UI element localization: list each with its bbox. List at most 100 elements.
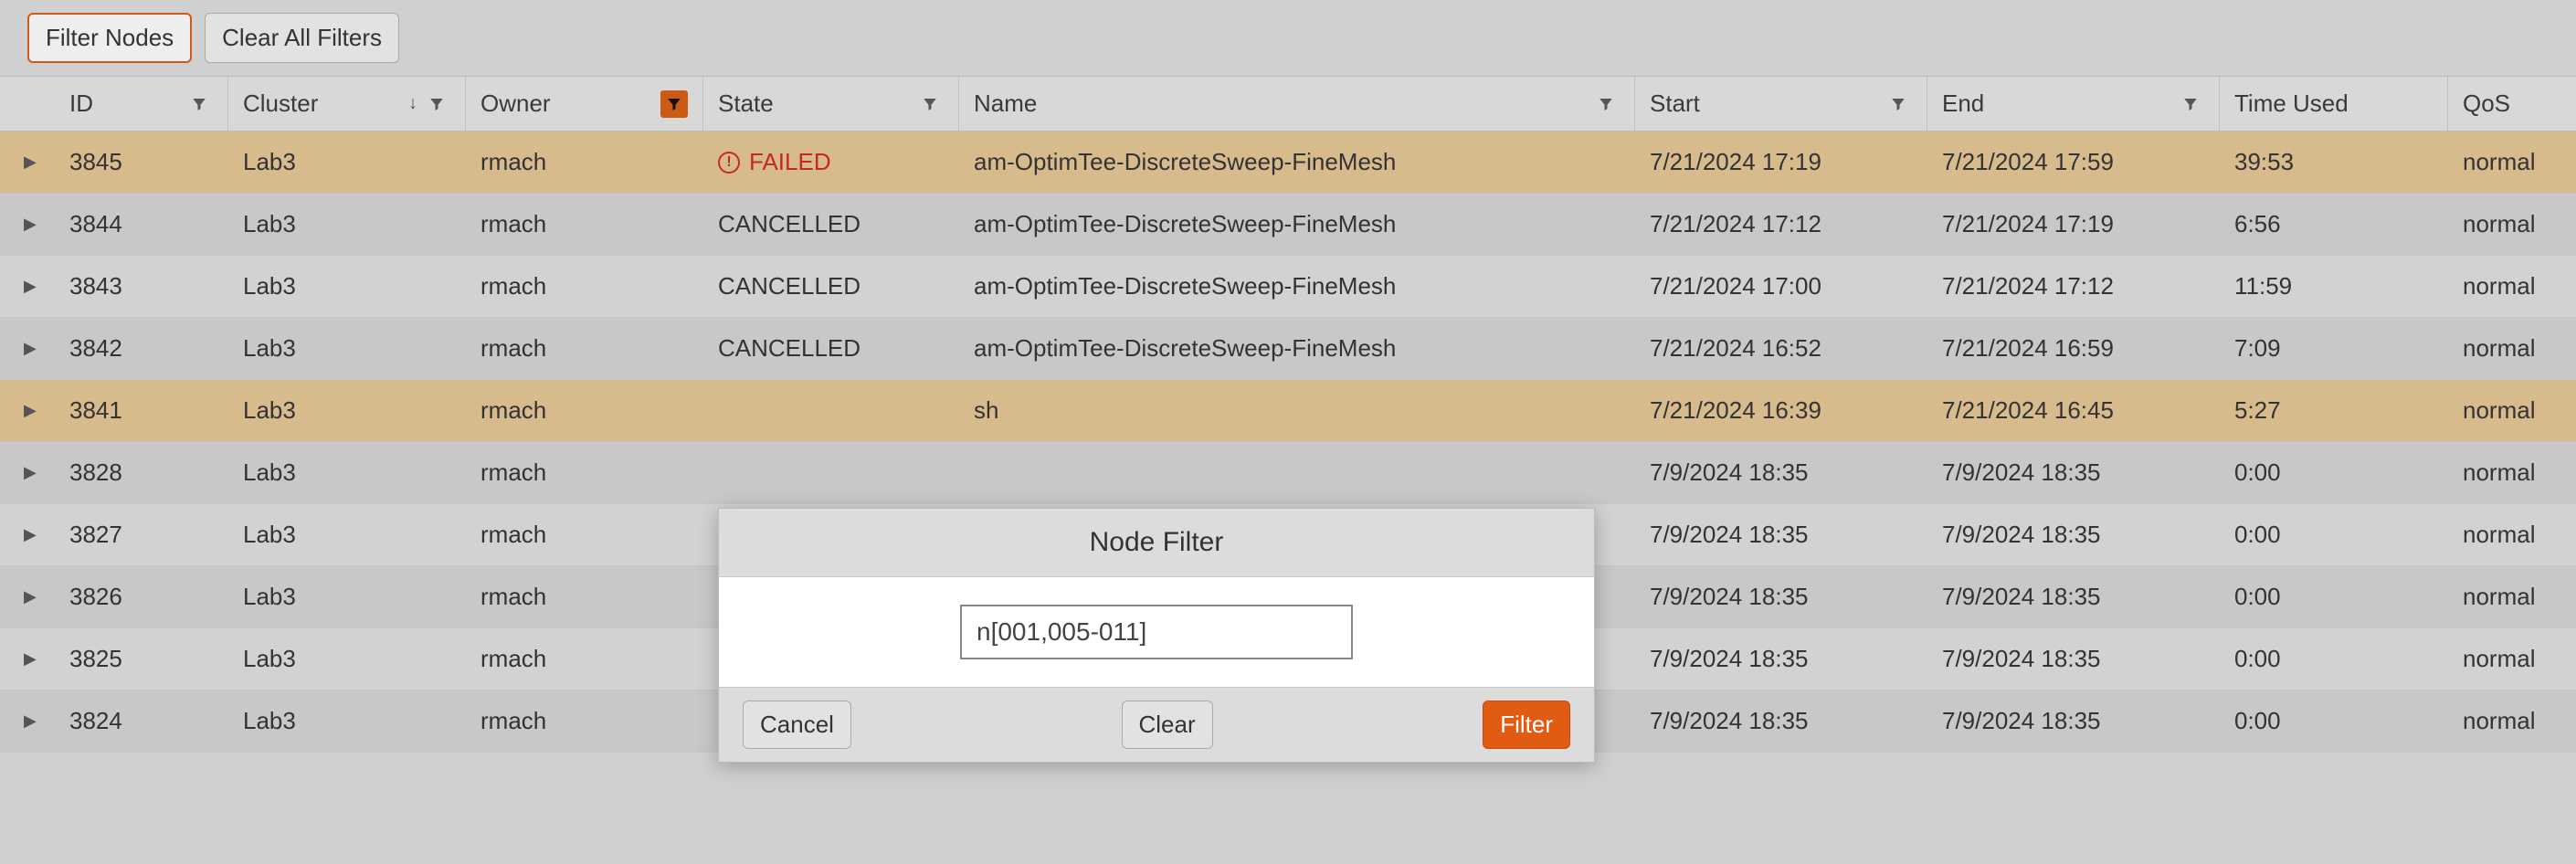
cell-qos: normal	[2448, 318, 2576, 379]
chevron-right-icon[interactable]: ▶	[15, 215, 37, 234]
filter-nodes-button[interactable]: Filter Nodes	[27, 13, 192, 63]
filter-icon[interactable]	[185, 90, 213, 118]
chevron-right-icon[interactable]: ▶	[15, 339, 37, 358]
state-text: CANCELLED	[718, 272, 860, 300]
header-cluster-label: Cluster	[243, 90, 401, 118]
table-row[interactable]: ▶3843Lab3rmachCANCELLEDam-OptimTee-Discr…	[0, 256, 2576, 318]
cell-end: 7/21/2024 16:45	[1927, 380, 2220, 441]
cell-name: am-OptimTee-DiscreteSweep-FineMesh	[959, 132, 1635, 193]
table-row[interactable]: ▶3841Lab3rmachsh7/21/2024 16:397/21/2024…	[0, 380, 2576, 442]
cell-qos: normal	[2448, 194, 2576, 255]
cell-id: 3827	[55, 504, 228, 565]
cell-name: am-OptimTee-DiscreteSweep-FineMesh	[959, 256, 1635, 317]
filter-icon[interactable]	[423, 90, 450, 118]
sort-indicator-icon: ↓	[408, 93, 417, 114]
cell-state: CANCELLED	[703, 256, 959, 317]
filter-button[interactable]: Filter	[1483, 701, 1570, 749]
cell-start: 7/9/2024 18:35	[1635, 566, 1927, 627]
node-filter-input[interactable]	[960, 605, 1353, 659]
filter-icon[interactable]	[1884, 90, 1912, 118]
row-expander[interactable]: ▶	[0, 628, 55, 690]
cell-owner: rmach	[466, 690, 703, 752]
chevron-right-icon[interactable]: ▶	[15, 587, 37, 606]
table-row[interactable]: ▶3828Lab3rmach7/9/2024 18:357/9/2024 18:…	[0, 442, 2576, 504]
cell-time-used: 39:53	[2220, 132, 2448, 193]
cell-end: 7/21/2024 16:59	[1927, 318, 2220, 379]
header-name-label: Name	[974, 90, 1587, 118]
filter-icon[interactable]	[916, 90, 944, 118]
cell-end: 7/9/2024 18:35	[1927, 690, 2220, 752]
clear-all-filters-button[interactable]: Clear All Filters	[205, 13, 399, 63]
cell-cluster: Lab3	[228, 318, 466, 379]
cell-qos: normal	[2448, 132, 2576, 193]
cell-start: 7/21/2024 17:19	[1635, 132, 1927, 193]
filter-icon[interactable]	[2177, 90, 2204, 118]
cell-owner: rmach	[466, 442, 703, 503]
cell-end: 7/9/2024 18:35	[1927, 566, 2220, 627]
cell-time-used: 6:56	[2220, 194, 2448, 255]
cell-name: am-OptimTee-DiscreteSweep-FineMesh	[959, 194, 1635, 255]
dialog-footer: Cancel Clear Filter	[719, 687, 1594, 762]
chevron-right-icon[interactable]: ▶	[15, 649, 37, 669]
chevron-right-icon[interactable]: ▶	[15, 153, 37, 172]
row-expander[interactable]: ▶	[0, 132, 55, 193]
header-name[interactable]: Name	[959, 77, 1635, 131]
header-owner[interactable]: Owner	[466, 77, 703, 131]
cell-owner: rmach	[466, 504, 703, 565]
row-expander[interactable]: ▶	[0, 504, 55, 565]
row-expander[interactable]: ▶	[0, 194, 55, 255]
cell-end: 7/21/2024 17:59	[1927, 132, 2220, 193]
header-id-label: ID	[69, 90, 180, 118]
dialog-title: Node Filter	[719, 509, 1594, 577]
cell-id: 3841	[55, 380, 228, 441]
row-expander[interactable]: ▶	[0, 380, 55, 441]
header-state-label: State	[718, 90, 911, 118]
cell-owner: rmach	[466, 318, 703, 379]
state-text: CANCELLED	[718, 210, 860, 238]
cell-owner: rmach	[466, 132, 703, 193]
table-row[interactable]: ▶3845Lab3rmach!FAILEDam-OptimTee-Discret…	[0, 132, 2576, 194]
cell-owner: rmach	[466, 628, 703, 690]
header-id[interactable]: ID	[55, 77, 228, 131]
row-expander[interactable]: ▶	[0, 256, 55, 317]
row-expander[interactable]: ▶	[0, 566, 55, 627]
header-start[interactable]: Start	[1635, 77, 1927, 131]
cancel-button[interactable]: Cancel	[743, 701, 851, 749]
chevron-right-icon[interactable]: ▶	[15, 277, 37, 296]
header-time-used-label: Time Used	[2234, 90, 2433, 118]
row-expander[interactable]: ▶	[0, 690, 55, 752]
chevron-right-icon[interactable]: ▶	[15, 401, 37, 420]
clear-button[interactable]: Clear	[1122, 701, 1213, 749]
cell-time-used: 5:27	[2220, 380, 2448, 441]
cell-id: 3844	[55, 194, 228, 255]
cell-qos: normal	[2448, 504, 2576, 565]
chevron-right-icon[interactable]: ▶	[15, 711, 37, 731]
cell-id: 3843	[55, 256, 228, 317]
cell-cluster: Lab3	[228, 256, 466, 317]
filter-icon[interactable]	[660, 90, 688, 118]
header-end-label: End	[1942, 90, 2171, 118]
cell-id: 3824	[55, 690, 228, 752]
table-row[interactable]: ▶3842Lab3rmachCANCELLEDam-OptimTee-Discr…	[0, 318, 2576, 380]
cell-time-used: 0:00	[2220, 566, 2448, 627]
cell-end: 7/9/2024 18:35	[1927, 442, 2220, 503]
row-expander[interactable]: ▶	[0, 442, 55, 503]
row-expander[interactable]: ▶	[0, 318, 55, 379]
cell-start: 7/21/2024 16:52	[1635, 318, 1927, 379]
header-cluster[interactable]: Cluster ↓	[228, 77, 466, 131]
cell-qos: normal	[2448, 566, 2576, 627]
chevron-right-icon[interactable]: ▶	[15, 525, 37, 544]
header-end[interactable]: End	[1927, 77, 2220, 131]
header-qos-label: QoS	[2463, 90, 2576, 118]
alert-icon: !	[718, 152, 740, 174]
header-time-used[interactable]: Time Used	[2220, 77, 2448, 131]
chevron-right-icon[interactable]: ▶	[15, 463, 37, 482]
cell-id: 3842	[55, 318, 228, 379]
cell-start: 7/9/2024 18:35	[1635, 442, 1927, 503]
header-start-label: Start	[1650, 90, 1879, 118]
table-row[interactable]: ▶3844Lab3rmachCANCELLEDam-OptimTee-Discr…	[0, 194, 2576, 256]
cell-state	[703, 380, 959, 441]
filter-icon[interactable]	[1592, 90, 1620, 118]
header-state[interactable]: State	[703, 77, 959, 131]
header-qos[interactable]: QoS	[2448, 77, 2576, 131]
